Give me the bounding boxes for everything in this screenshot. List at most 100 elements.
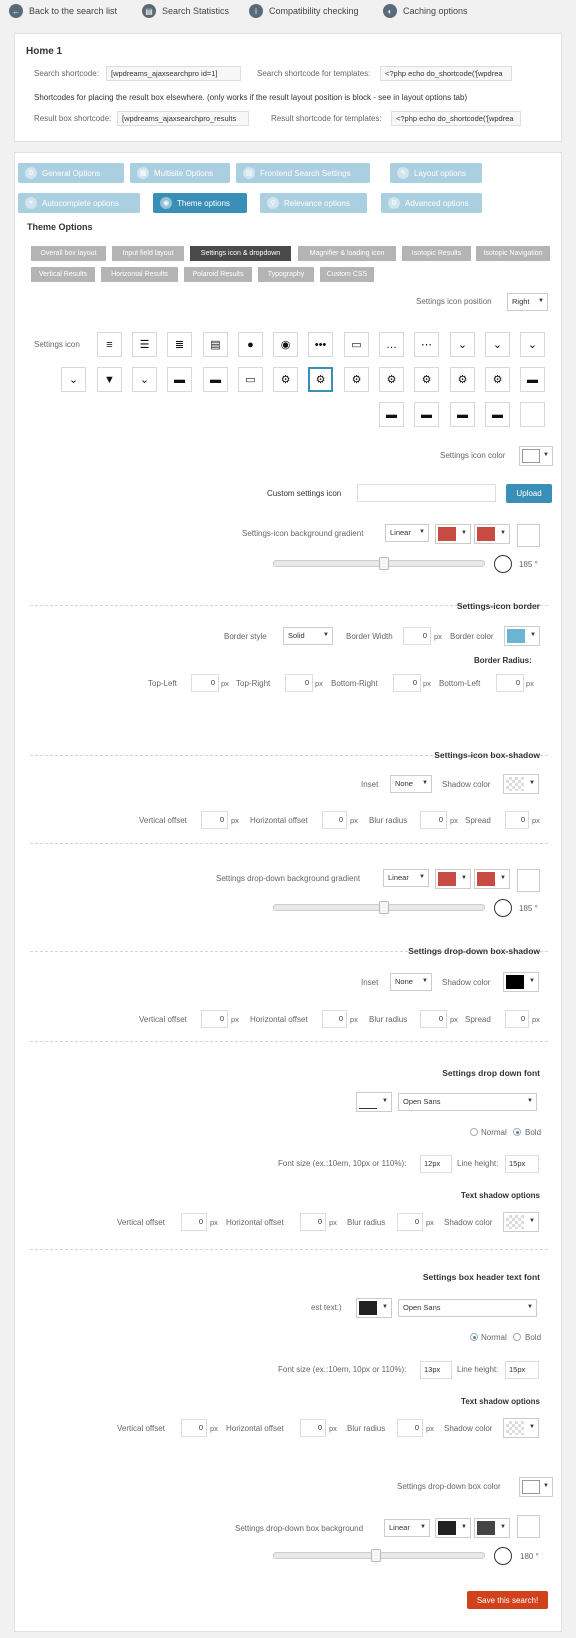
subtab-settings-icon-dropdown[interactable]: Settings icon & dropdown — [190, 246, 291, 261]
dd-shadow-blur-input[interactable]: 0 — [420, 1010, 447, 1028]
dd-font-family-select[interactable]: Open Sans ▼ — [398, 1093, 537, 1111]
dd-font-normal-radio[interactable] — [470, 1128, 478, 1136]
settings-icon-option[interactable]: ≡ — [97, 332, 122, 357]
search-statistics-link[interactable]: ▤ Search Statistics — [142, 4, 229, 18]
corner-bottom-right-input[interactable]: 0 — [393, 674, 421, 692]
dd-bg-color2-picker[interactable]: ▼ — [474, 1518, 510, 1538]
dd-font-color-picker[interactable]: ▼ — [356, 1092, 392, 1112]
settings-icon-option[interactable]: ▬ — [450, 402, 475, 427]
back-to-list-link[interactable]: ← Back to the search list — [9, 4, 117, 18]
dd-ts-color-picker[interactable]: ▼ — [503, 1212, 539, 1232]
border-style-select[interactable]: Solid ▼ — [283, 627, 333, 645]
tab-multisite-options[interactable]: ▦ Multisite Options — [130, 163, 230, 183]
settings-icon-option[interactable]: ⚙ — [379, 367, 404, 392]
dd-bg-type-select[interactable]: Linear ▼ — [384, 1519, 430, 1537]
corner-top-left-input[interactable]: 0 — [191, 674, 219, 692]
save-button[interactable]: Save this search! — [467, 1591, 548, 1609]
icon-shadow-hoffset-input[interactable]: 0 — [322, 811, 347, 829]
settings-icon-option[interactable]: ▬ — [414, 402, 439, 427]
settings-icon-option[interactable]: ▬ — [167, 367, 192, 392]
settings-icon-option[interactable]: ▬ — [520, 367, 545, 392]
icon-shadow-inset-select[interactable]: None ▼ — [390, 775, 432, 793]
bg-gradient-color3-picker[interactable] — [517, 524, 540, 547]
subtab-typography[interactable]: Typography — [258, 267, 314, 282]
dd-ts-voffset-input[interactable]: 0 — [181, 1213, 207, 1231]
settings-icon-option[interactable]: ⌄ — [132, 367, 157, 392]
dd-gradient-angle-dial[interactable] — [494, 899, 512, 917]
bg-gradient-color2-picker[interactable]: ▼ — [474, 524, 510, 544]
tab-general-options[interactable]: ⚙ General Options — [18, 163, 124, 183]
subtab-input-field-layout[interactable]: Input field layout — [112, 246, 184, 261]
hdr-ts-hoffset-input[interactable]: 0 — [300, 1419, 326, 1437]
dd-bg-angle-slider[interactable] — [273, 1549, 485, 1562]
result-template-shortcode-field[interactable]: <?php echo do_shortcode('[wpdrea — [391, 111, 521, 126]
settings-icon-option[interactable]: ● — [238, 332, 263, 357]
settings-icon-option[interactable]: ⚙ — [485, 367, 510, 392]
compatibility-link[interactable]: i Compatibility checking — [249, 4, 359, 18]
hdr-ts-color-picker[interactable]: ▼ — [503, 1418, 539, 1438]
dd-gradient-type-select[interactable]: Linear ▼ — [383, 869, 429, 887]
subtab-isotopic-results[interactable]: Isotopic Results — [402, 246, 471, 261]
icon-shadow-voffset-input[interactable]: 0 — [201, 811, 228, 829]
hdr-font-color-picker[interactable]: ▼ — [356, 1298, 392, 1318]
bg-gradient-angle-slider[interactable] — [273, 557, 485, 570]
border-width-input[interactable]: 0 — [403, 627, 431, 645]
hdr-font-bold-radio[interactable] — [513, 1333, 521, 1341]
subtab-isotopic-navigation[interactable]: Isotopic Navigation — [476, 246, 550, 261]
icon-shadow-spread-input[interactable]: 0 — [505, 811, 529, 829]
settings-icon-option[interactable]: ◉ — [273, 332, 298, 357]
hdr-ts-blur-input[interactable]: 0 — [397, 1419, 423, 1437]
settings-icon-option[interactable]: ⌄ — [520, 332, 545, 357]
settings-icon-option[interactable]: ▤ — [203, 332, 228, 357]
slider-handle[interactable] — [379, 901, 389, 914]
settings-icon-option[interactable]: ▬ — [485, 402, 510, 427]
dd-bg-angle-dial[interactable] — [494, 1547, 512, 1565]
tab-advanced-options[interactable]: ⚙ Advanced options — [381, 193, 482, 213]
dd-font-lh-input[interactable]: 15px — [505, 1155, 539, 1173]
tab-theme-options[interactable]: ◉ Theme options — [153, 193, 247, 213]
corner-top-right-input[interactable]: 0 — [285, 674, 313, 692]
upload-button[interactable]: Upload — [506, 484, 552, 503]
settings-icon-option[interactable]: … — [379, 332, 404, 357]
bg-gradient-type-select[interactable]: Linear ▼ — [385, 524, 429, 542]
settings-icon-option[interactable]: ⌄ — [485, 332, 510, 357]
settings-icon-option[interactable]: ≣ — [167, 332, 192, 357]
settings-icon-option[interactable]: ☰ — [132, 332, 157, 357]
settings-icon-option[interactable]: ⌄ — [61, 367, 86, 392]
dd-shadow-color-picker[interactable]: ▼ — [503, 972, 539, 992]
dd-shadow-voffset-input[interactable]: 0 — [201, 1010, 228, 1028]
tab-relevance-options[interactable]: ⚲ Relevance options — [260, 193, 367, 213]
dd-ts-blur-input[interactable]: 0 — [397, 1213, 423, 1231]
subtab-overall-box-layout[interactable]: Overall box layout — [31, 246, 106, 261]
settings-icon-option[interactable]: ▭ — [238, 367, 263, 392]
hdr-font-lh-input[interactable]: 15px — [505, 1361, 539, 1379]
dd-bg-color3-picker[interactable] — [517, 1515, 540, 1538]
icon-shadow-color-picker[interactable]: ▼ — [503, 774, 539, 794]
settings-icon-option[interactable]: ⌄ — [450, 332, 475, 357]
dd-font-bold-radio[interactable] — [513, 1128, 521, 1136]
dd-gradient-angle-slider[interactable] — [273, 901, 485, 914]
icon-shadow-blur-input[interactable]: 0 — [420, 811, 447, 829]
search-shortcode-field[interactable]: [wpdreams_ajaxsearchpro id=1] — [106, 66, 241, 81]
bg-gradient-angle-dial[interactable] — [494, 555, 512, 573]
settings-icon-option[interactable]: ⋯ — [414, 332, 439, 357]
tab-frontend-search-settings[interactable]: ▤ Frontend Search Settings — [236, 163, 370, 183]
result-box-shortcode-field[interactable]: [wpdreams_ajaxsearchpro_results — [117, 111, 249, 126]
dd-box-color-picker[interactable]: ▼ — [519, 1477, 553, 1497]
dd-font-size-input[interactable]: 12px — [420, 1155, 452, 1173]
hdr-font-family-select[interactable]: Open Sans ▼ — [398, 1299, 537, 1317]
dd-bg-color1-picker[interactable]: ▼ — [435, 1518, 471, 1538]
slider-handle[interactable] — [371, 1549, 381, 1562]
settings-icon-option[interactable]: ••• — [308, 332, 333, 357]
template-shortcode-field[interactable]: <?php echo do_shortcode('[wpdrea — [380, 66, 512, 81]
subtab-polaroid-results[interactable]: Polaroid Results — [184, 267, 252, 282]
hdr-ts-voffset-input[interactable]: 0 — [181, 1419, 207, 1437]
dd-shadow-hoffset-input[interactable]: 0 — [322, 1010, 347, 1028]
settings-icon-option[interactable]: ⚙ — [308, 367, 333, 392]
border-color-picker[interactable]: ▼ — [504, 626, 540, 646]
dd-shadow-spread-input[interactable]: 0 — [505, 1010, 529, 1028]
custom-icon-url-input[interactable] — [357, 484, 496, 502]
bg-gradient-color1-picker[interactable]: ▼ — [435, 524, 471, 544]
caching-options-link[interactable]: ◐ Caching options — [383, 4, 468, 18]
settings-icon-option[interactable] — [520, 402, 545, 427]
